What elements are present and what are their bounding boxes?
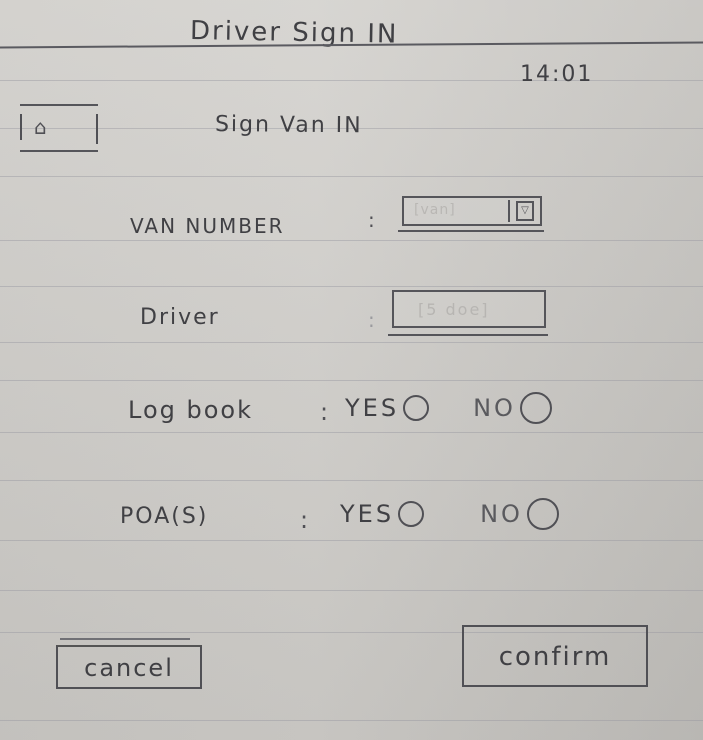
cancel-button-top-line [60, 638, 190, 640]
home-icon: ⌂ [34, 115, 47, 139]
van-number-label: VAN NUMBER [130, 214, 285, 238]
screen-title: Sign Van IN [214, 112, 363, 139]
ruled-line [0, 380, 703, 381]
select-separator [508, 200, 510, 222]
log-book-radio-group: YES NO [345, 392, 552, 424]
poa-yes-label: YES [340, 500, 395, 528]
log-book-no-label: NO [473, 394, 516, 422]
ruled-line [0, 80, 703, 81]
driver-underline [388, 334, 548, 336]
log-book-yes-option[interactable]: YES [345, 394, 430, 422]
log-book-no-option[interactable]: NO [473, 392, 552, 424]
van-number-placeholder: [van] [414, 202, 456, 218]
confirm-button[interactable]: confirm [462, 625, 648, 687]
home-button-edge [20, 114, 22, 140]
ruled-line [0, 540, 703, 541]
ruled-line [0, 286, 703, 287]
ruled-line [0, 480, 703, 481]
driver-input[interactable]: [5 doe] [392, 290, 546, 328]
van-number-underline [398, 230, 544, 232]
van-number-colon: : [368, 208, 377, 232]
log-book-yes-label: YES [345, 394, 400, 422]
log-book-yes-radio[interactable] [403, 395, 430, 421]
poa-no-option[interactable]: NO [480, 498, 559, 530]
poa-no-label: NO [480, 500, 523, 528]
poa-no-radio[interactable] [526, 498, 559, 530]
ruled-line [0, 240, 703, 241]
ruled-line [0, 432, 703, 433]
chevron-down-icon[interactable]: ▽ [516, 201, 534, 221]
log-book-colon: : [320, 398, 331, 426]
poa-colon: : [300, 506, 311, 534]
status-clock: 14:01 [520, 62, 594, 87]
poa-label: POA(S) [120, 504, 209, 529]
driver-label: Driver [140, 305, 220, 330]
cancel-button[interactable]: cancel [56, 645, 202, 689]
log-book-label: Log book [128, 396, 253, 424]
home-button[interactable]: ⌂ [20, 104, 98, 152]
van-number-select[interactable]: [van] ▽ [402, 196, 542, 226]
ruled-line [0, 590, 703, 591]
home-button-edge [96, 114, 98, 144]
poa-yes-radio[interactable] [398, 501, 425, 527]
driver-placeholder: [5 doe] [418, 300, 490, 319]
ruled-line [0, 176, 703, 177]
driver-colon: : [368, 308, 377, 332]
log-book-no-radio[interactable] [519, 392, 552, 424]
ruled-line [0, 342, 703, 343]
poa-radio-group: YES NO [340, 498, 559, 530]
ruled-line [0, 720, 703, 721]
poa-yes-option[interactable]: YES [340, 500, 425, 528]
